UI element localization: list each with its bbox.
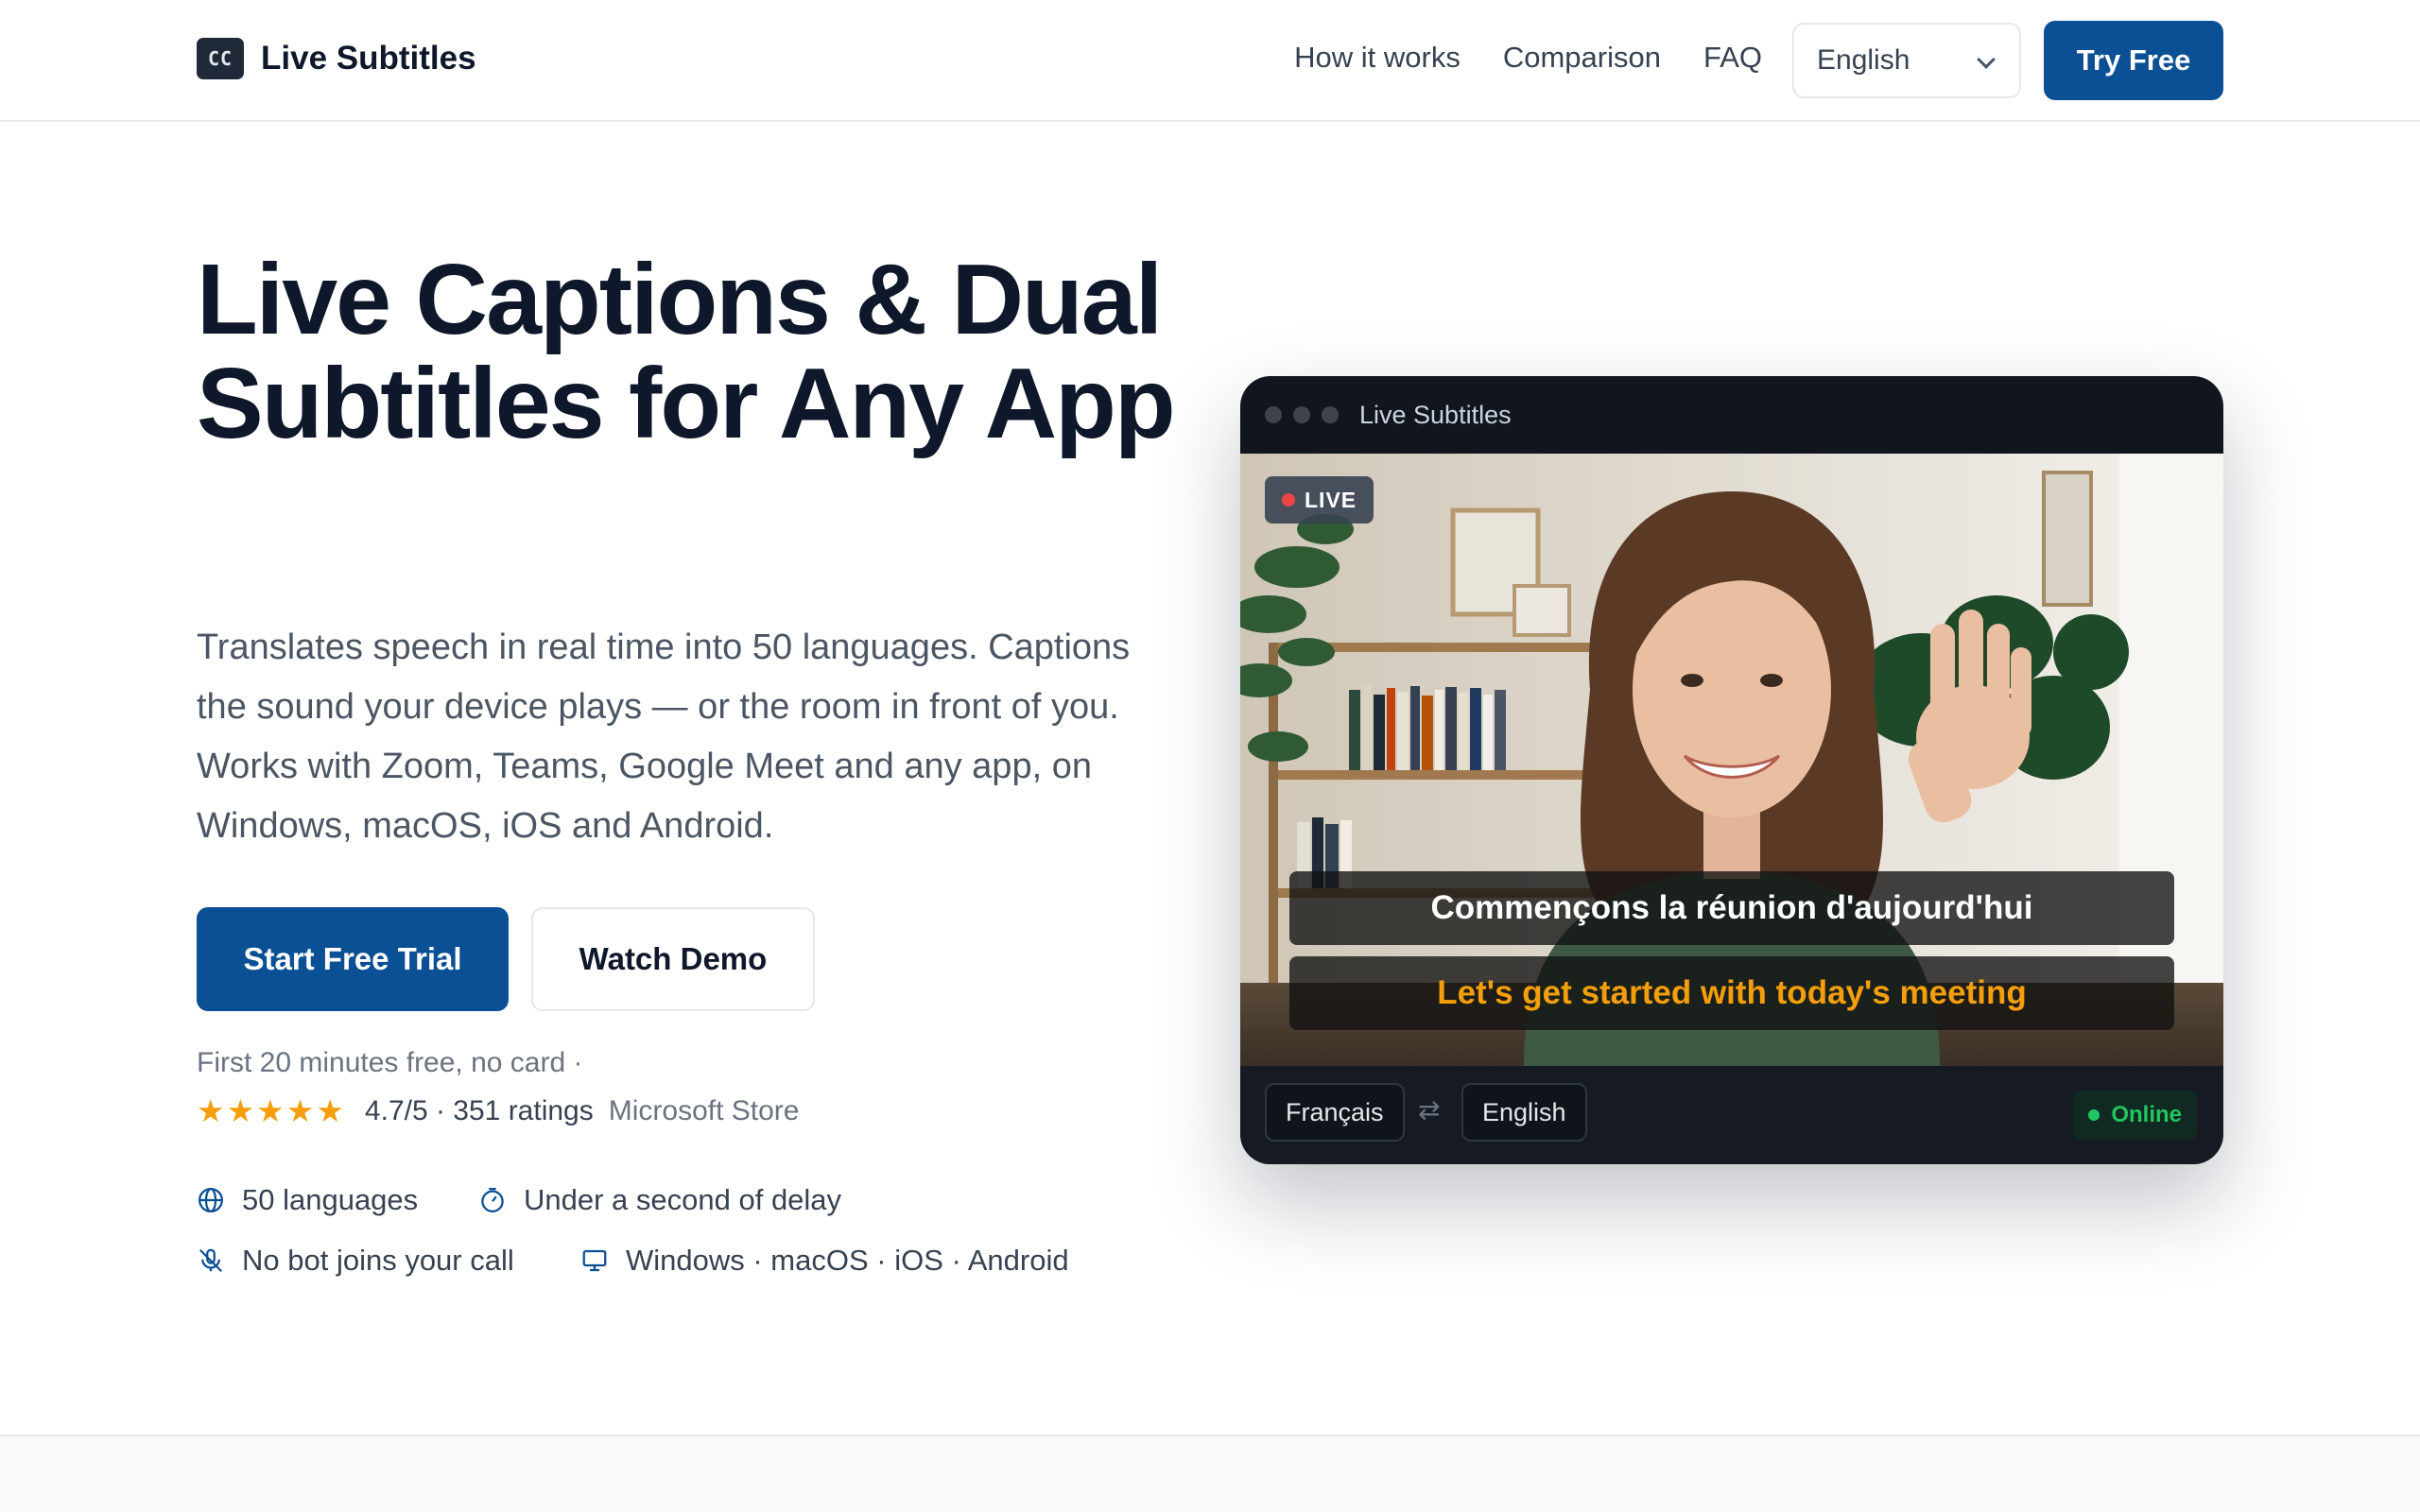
free-trial-note: First 20 minutes free, no card · [197, 1047, 583, 1078]
feature-item: No bot joins your call [197, 1244, 514, 1278]
window-title: Live Subtitles [1359, 400, 1512, 429]
caption-original: Commençons la réunion d'aujourd'hui [1289, 871, 2174, 945]
feature-item: Windows · macOS · iOS · Android [580, 1244, 1069, 1278]
brand[interactable]: CC Live Subtitles [197, 38, 476, 79]
live-dot-icon [1282, 493, 1295, 507]
rating-row: ★★★★★ 4.7/5 · 351 ratings Microsoft Stor… [197, 1092, 799, 1129]
site-header: CC Live Subtitles How it works Compariso… [0, 0, 2420, 122]
rating-text: 4.7/5 · 351 ratings [364, 1094, 594, 1126]
window-dot-icon [1265, 406, 1282, 423]
feature-label: No bot joins your call [242, 1244, 514, 1277]
source-language-chip[interactable]: Français [1265, 1083, 1405, 1142]
no-bot-icon [199, 1248, 223, 1273]
preview-footer: Français ⇄ English Online [1240, 1066, 2223, 1164]
status-label: Online [2111, 1102, 2182, 1127]
monitor-icon [582, 1249, 607, 1272]
feature-label: Windows · macOS · iOS · Android [626, 1244, 1069, 1277]
watch-demo-button[interactable]: Watch Demo [531, 907, 815, 1011]
feature-item: 50 languages [197, 1183, 418, 1217]
feature-label: 50 languages [242, 1183, 419, 1216]
app-preview-window: Live Subtitles LIVE Commençons la réunio… [1240, 376, 2223, 1164]
timer-icon [481, 1188, 504, 1212]
hero-subtitle: Translates speech in real time into 50 l… [197, 627, 1131, 846]
brand-name: Live Subtitles [261, 40, 476, 77]
try-free-button[interactable]: Try Free [2044, 21, 2223, 100]
nav-link-faq[interactable]: FAQ [1703, 41, 1762, 75]
language-select-value: English [1817, 44, 1910, 76]
main-nav: How it works Comparison FAQ [1294, 41, 1762, 75]
feature-item: Under a second of delay [478, 1183, 841, 1217]
next-section-band [0, 1435, 2420, 1512]
online-status-badge: Online [2073, 1091, 2197, 1140]
window-titlebar: Live Subtitles [1240, 376, 2223, 454]
caption-translation: Let's get started with today's meeting [1289, 956, 2174, 1030]
globe-icon [199, 1188, 223, 1212]
window-dot-icon [1293, 406, 1310, 423]
status-dot-icon [2088, 1109, 2100, 1121]
nav-link-how-it-works[interactable]: How it works [1294, 41, 1461, 75]
store-name[interactable]: Microsoft Store [609, 1095, 800, 1127]
live-label: LIVE [1305, 487, 1357, 512]
hero-title: Live Captions & Dual Subtitles for Any A… [197, 244, 1176, 459]
video-call-image: LIVE Commençons la réunion d'aujourd'hui… [1240, 454, 2223, 1066]
star-rating-icon: ★★★★★ [197, 1093, 346, 1128]
swap-languages-icon[interactable]: ⇄ [1418, 1094, 1440, 1125]
language-select[interactable]: English [1792, 23, 2021, 98]
chevron-down-icon [1977, 50, 1996, 69]
feature-label: Under a second of delay [524, 1183, 842, 1216]
live-badge: LIVE [1265, 476, 1374, 524]
cc-logo-icon: CC [197, 38, 244, 79]
start-free-trial-button[interactable]: Start Free Trial [197, 907, 509, 1011]
window-dot-icon [1322, 406, 1339, 423]
target-language-chip[interactable]: English [1461, 1083, 1587, 1142]
nav-link-comparison[interactable]: Comparison [1503, 41, 1661, 75]
